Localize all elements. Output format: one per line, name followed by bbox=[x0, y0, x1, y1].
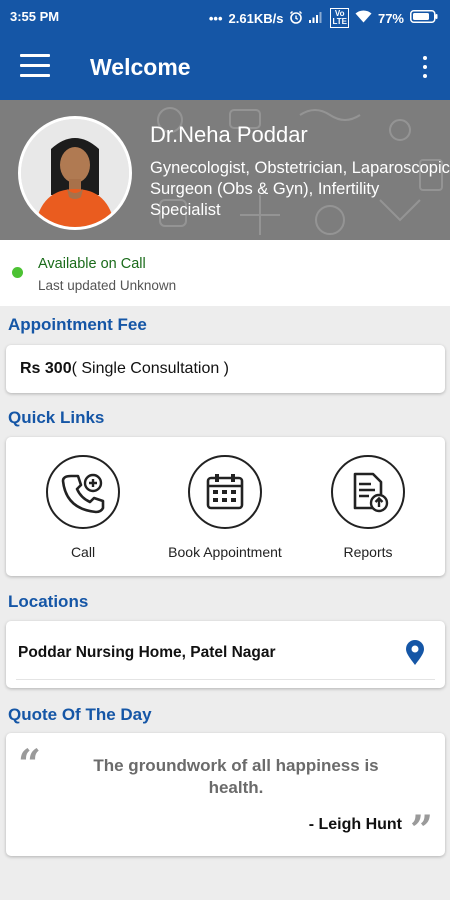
fee-detail: ( Single Consultation ) bbox=[71, 360, 230, 377]
location-name: Poddar Nursing Home, Patel Nagar bbox=[18, 644, 276, 661]
network-speed: 2.61KB/s bbox=[228, 10, 284, 26]
quick-link-label: Book Appointment bbox=[168, 544, 282, 560]
quick-link-reports[interactable]: Reports bbox=[298, 455, 438, 560]
availability-status: Available on Call bbox=[38, 256, 146, 272]
doctor-name: Dr.Neha Poddar bbox=[150, 122, 308, 147]
signal-icon bbox=[309, 11, 324, 26]
doctor-specialty: Gynecologist, Obstetrician, Laparoscopic… bbox=[150, 159, 450, 219]
avatar bbox=[18, 116, 132, 230]
alarm-icon bbox=[289, 10, 303, 27]
hamburger-icon[interactable] bbox=[20, 54, 50, 78]
kebab-icon[interactable] bbox=[422, 56, 428, 78]
quick-links-heading: Quick Links bbox=[8, 408, 105, 427]
profile-header: Dr.Neha Poddar Gynecologist, Obstetricia… bbox=[0, 100, 450, 240]
locations-heading: Locations bbox=[8, 592, 89, 611]
location-item[interactable]: Poddar Nursing Home, Patel Nagar bbox=[6, 621, 445, 688]
quote-card: “ The groundwork of all happiness is hea… bbox=[6, 733, 445, 856]
wifi-icon bbox=[355, 10, 372, 26]
page-title: Welcome bbox=[90, 54, 191, 80]
dots-icon: ••• bbox=[208, 10, 223, 26]
quick-link-label: Call bbox=[70, 544, 96, 560]
availability-dot bbox=[12, 267, 23, 278]
fee-amount: Rs 300 bbox=[20, 360, 72, 377]
status-bar: 3:55 PM ••• 2.61KB/s Vo LTE 77% bbox=[0, 0, 450, 34]
divider bbox=[16, 679, 435, 680]
quote-author: - Leigh Hunt bbox=[308, 816, 402, 833]
quote-text: The groundwork of all happiness is healt… bbox=[93, 756, 379, 797]
close-quote-icon: ” bbox=[409, 807, 433, 854]
quote-heading: Quote Of The Day bbox=[8, 705, 152, 724]
volte-icon: Vo LTE bbox=[330, 8, 349, 28]
map-pin-icon[interactable] bbox=[405, 640, 425, 671]
app-bar: Welcome bbox=[0, 34, 450, 100]
availability-panel: Available on Call Last updated Unknown bbox=[0, 240, 450, 306]
quick-link-book-appointment[interactable]: Book Appointment bbox=[155, 455, 295, 560]
status-icons: ••• 2.61KB/s Vo LTE 77% bbox=[209, 8, 438, 28]
report-upload-icon bbox=[331, 455, 405, 529]
battery-percent: 77% bbox=[377, 10, 404, 26]
fee-text: Rs 300( Single Consultation ) bbox=[20, 360, 229, 378]
appointment-fee-card: Rs 300( Single Consultation ) bbox=[6, 345, 445, 393]
quick-links-card: Call Book Appointment Reports bbox=[6, 437, 445, 576]
last-updated: Last updated Unknown bbox=[38, 278, 177, 293]
open-quote-icon: “ bbox=[18, 741, 42, 788]
quick-link-label: Reports bbox=[343, 544, 393, 560]
calendar-icon bbox=[188, 455, 262, 529]
quick-link-call[interactable]: Call bbox=[13, 455, 153, 560]
appointment-fee-heading: Appointment Fee bbox=[8, 315, 147, 334]
battery-icon bbox=[410, 10, 438, 26]
status-time: 3:55 PM bbox=[10, 9, 60, 24]
phone-plus-icon bbox=[46, 455, 120, 529]
